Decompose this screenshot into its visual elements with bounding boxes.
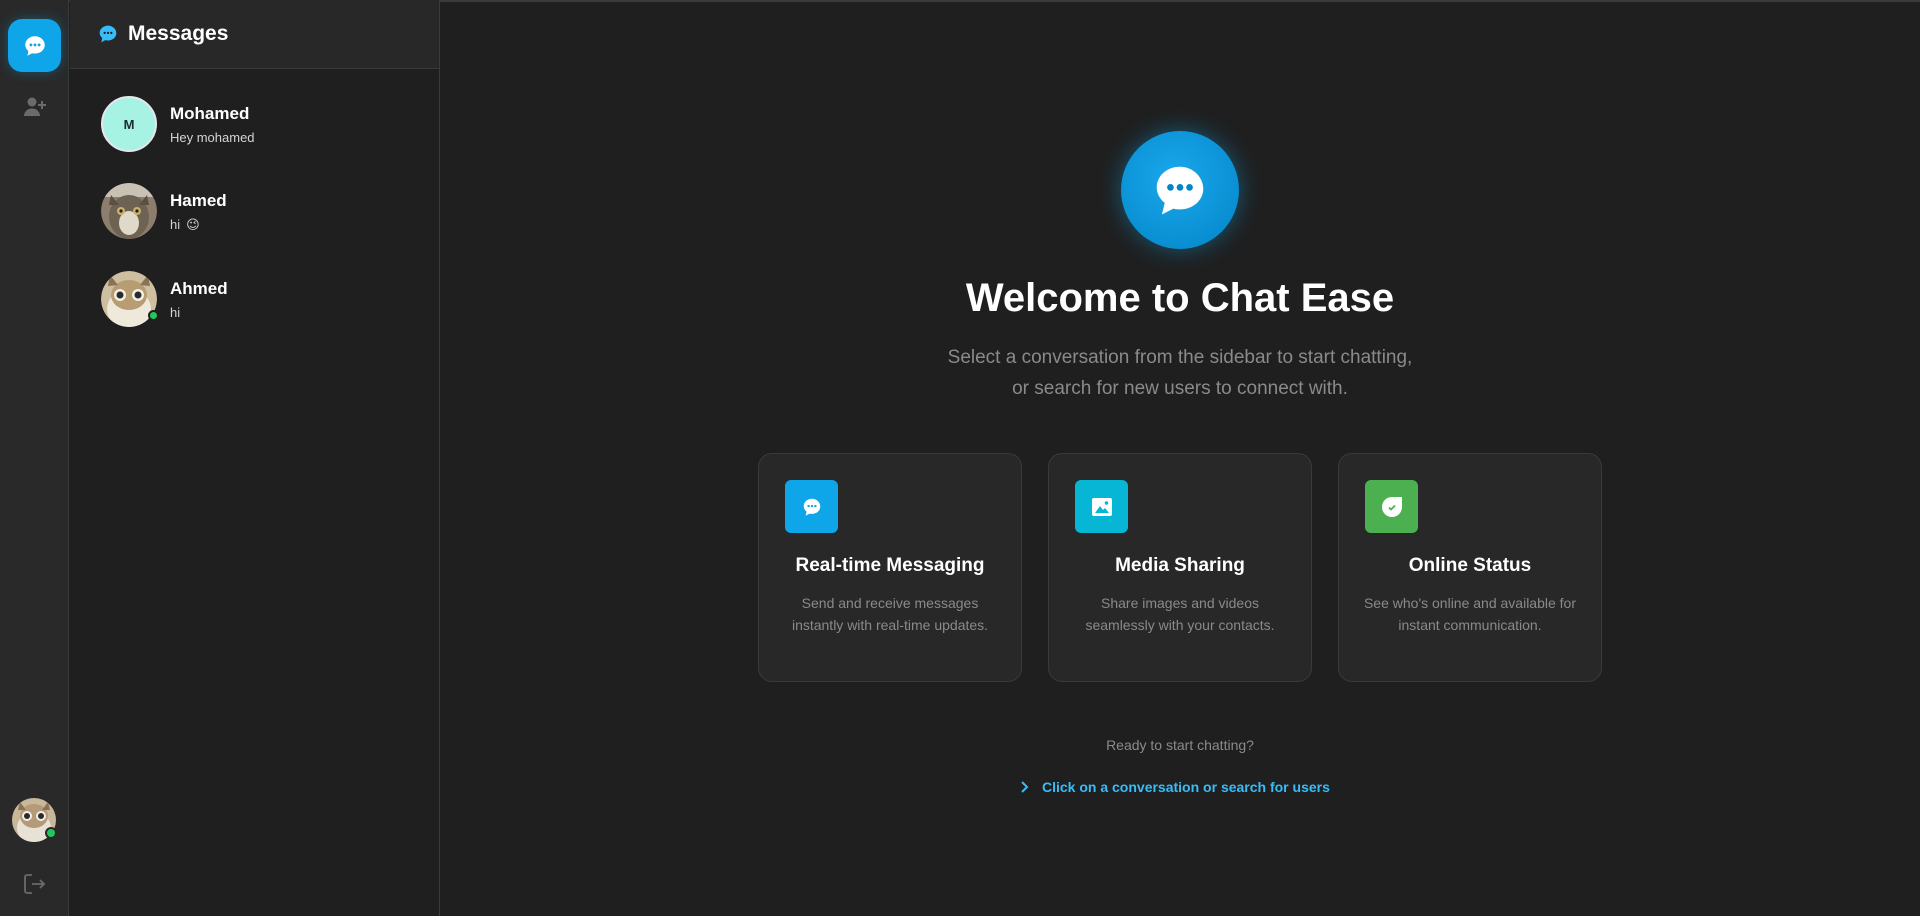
conversation-name: Hamed (170, 190, 227, 210)
conversation-preview: hi (170, 304, 181, 320)
welcome-subtitle: Select a conversation from the sidebar t… (440, 342, 1920, 404)
current-user-avatar[interactable] (12, 798, 57, 842)
feature-card-online: Online Status See who's online and avail… (1338, 453, 1602, 682)
chevron-right-icon (1021, 781, 1029, 793)
avatar (101, 183, 157, 239)
sidebar-title: Messages (128, 22, 229, 45)
feature-title: Real-time Messaging (795, 555, 985, 576)
welcome-title: Welcome to Chat Ease (965, 276, 1395, 320)
add-user-icon (23, 97, 46, 116)
logout-icon (24, 874, 46, 894)
avatar-initial: M (101, 96, 157, 152)
messages-icon (99, 25, 117, 43)
chat-bubble-icon (785, 480, 838, 533)
logout-button[interactable] (20, 870, 50, 898)
feature-description: Send and receive messages instantly with… (791, 595, 989, 633)
feature-card-realtime: Real-time Messaging Send and receive mes… (758, 453, 1022, 682)
conversation-item-mohamed[interactable]: M Mohamed Hey mohamed (70, 84, 439, 164)
hero-chat-bubble-icon (1121, 131, 1239, 249)
messages-nav-button[interactable] (8, 19, 61, 72)
icon-rail (0, 0, 69, 916)
image-icon (1075, 480, 1128, 533)
conversation-name: Ahmed (170, 278, 228, 298)
avatar (101, 271, 159, 327)
conversation-sidebar: Messages M Mohamed Hey mohamed Hamed hi … (70, 0, 440, 916)
feature-description: See who's online and available for insta… (1363, 595, 1577, 633)
add-user-nav-button[interactable] (8, 80, 61, 133)
conversation-item-hamed[interactable]: Hamed hi 😉 (70, 171, 439, 251)
cta-label: Click on a conversation or search for us… (1042, 779, 1330, 795)
feature-title: Media Sharing (1115, 555, 1245, 576)
subtitle-line: or search for new users to connect with. (1012, 378, 1348, 399)
conversation-name: Mohamed (170, 103, 250, 123)
ready-text: Ready to start chatting? (1106, 737, 1254, 753)
start-chatting-link[interactable]: Click on a conversation or search for us… (1020, 774, 1330, 800)
feature-card-media: Media Sharing Share images and videos se… (1048, 453, 1312, 682)
avatar: M (101, 96, 157, 152)
status-check-icon (1365, 480, 1418, 533)
online-status-dot (148, 310, 159, 321)
welcome-panel: Welcome to Chat Ease Select a conversati… (440, 0, 1920, 916)
subtitle-line: Select a conversation from the sidebar t… (947, 347, 1413, 368)
conversation-preview: hi (170, 216, 181, 232)
feature-title: Online Status (1408, 555, 1532, 576)
wink-emoji-icon: 😉 (186, 216, 200, 232)
feature-description: Share images and videos seamlessly with … (1085, 595, 1275, 633)
sidebar-header: Messages (70, 0, 439, 69)
chat-bubble-icon (24, 35, 45, 56)
conversation-item-ahmed[interactable]: Ahmed hi (70, 259, 439, 339)
conversation-preview: Hey mohamed (170, 129, 255, 145)
